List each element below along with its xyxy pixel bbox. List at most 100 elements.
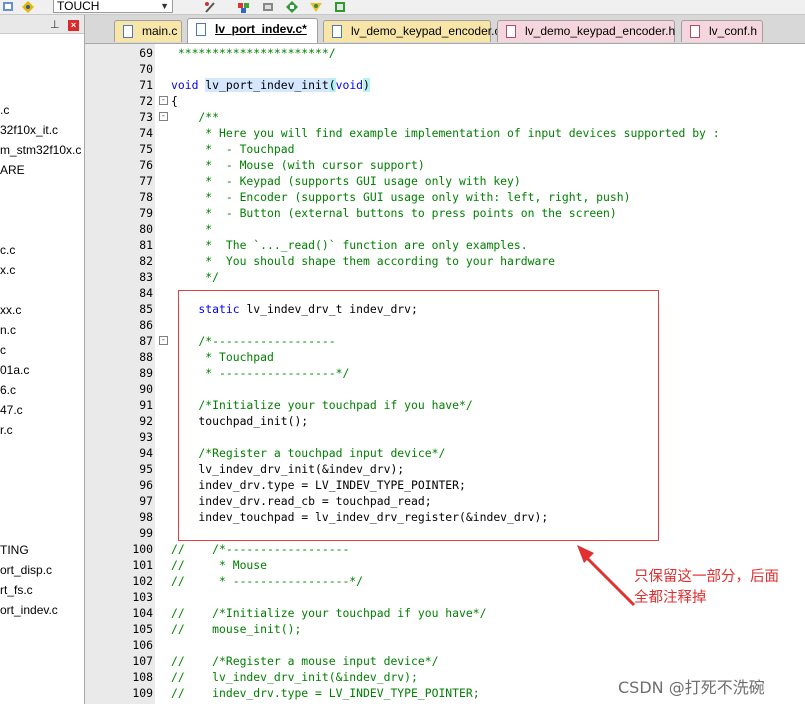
line-number: 100 xyxy=(132,542,153,556)
code-text: * - Keypad (supports GUI usage only with… xyxy=(171,173,521,189)
code-token: * - Encoder (supports GUI usage only wit… xyxy=(171,190,631,204)
tab-label: lv_demo_keypad_encoder.h xyxy=(525,24,676,38)
code-token: // mouse_init(); xyxy=(171,622,302,636)
line-number: 83 xyxy=(139,270,153,284)
project-tree-item[interactable]: ort_disp.c xyxy=(0,562,52,578)
code-token: * - Touchpad xyxy=(171,142,295,156)
tab-lv-conf-h[interactable]: lv_conf.h xyxy=(681,20,763,42)
code-text: { xyxy=(171,93,178,109)
code-token: * - Keypad (supports GUI usage only with… xyxy=(171,174,521,188)
code-text: /** xyxy=(171,109,219,125)
tab-label: lv_port_indev.c* xyxy=(215,22,307,36)
chevron-down-icon: ▼ xyxy=(160,1,169,11)
code-line: 80 * xyxy=(85,221,805,237)
project-tree-item[interactable]: .c xyxy=(0,102,9,118)
project-tree-item[interactable]: 47.c xyxy=(0,402,23,418)
project-tree-item[interactable]: x.c xyxy=(0,262,15,278)
line-number: 109 xyxy=(132,686,153,700)
tab-lv-demo-keypad-encoder-c[interactable]: lv_demo_keypad_encoder.c xyxy=(323,20,500,42)
code-text: // * Mouse xyxy=(171,557,267,573)
annotation-note: 只保留这一部分，后面 全都注释掉 xyxy=(634,567,804,609)
line-number: 101 xyxy=(132,558,153,572)
close-icon[interactable]: × xyxy=(68,20,79,31)
code-token: // indev_drv.type = LV_INDEV_TYPE_POINTE… xyxy=(171,686,480,700)
annotation-note-line2: 全都注释掉 xyxy=(634,590,707,606)
fold-toggle-icon[interactable]: - xyxy=(159,96,168,105)
line-number: 69 xyxy=(139,46,153,60)
code-token: * The `..._read()` function are only exa… xyxy=(171,238,528,252)
code-text: * - Mouse (with cursor support) xyxy=(171,157,425,173)
code-line: 105 // mouse_init(); xyxy=(85,621,805,637)
code-text: void lv_port_indev_init(void) xyxy=(171,77,370,93)
code-token: * - Mouse (with cursor support) xyxy=(171,158,425,172)
line-number: 107 xyxy=(132,654,153,668)
code-line: 70 xyxy=(85,61,805,77)
tab-lv-port-indev-c-[interactable]: lv_port_indev.c* xyxy=(187,18,318,43)
line-number: 75 xyxy=(139,142,153,156)
file-icon xyxy=(123,25,133,38)
options-icon[interactable] xyxy=(204,0,216,13)
line-number: 103 xyxy=(132,590,153,604)
target-select[interactable]: TOUCH ▼ xyxy=(53,0,173,13)
line-number: 71 xyxy=(139,78,153,92)
code-text: * Here you will find example implementat… xyxy=(171,125,719,141)
line-number: 96 xyxy=(139,478,153,492)
project-tree-item[interactable]: ort_indev.c xyxy=(0,602,58,618)
select-pack-icon[interactable] xyxy=(310,0,322,12)
line-number: 74 xyxy=(139,126,153,140)
project-tree-item[interactable]: xx.c xyxy=(0,302,21,318)
line-number: 77 xyxy=(139,174,153,188)
pack-installer-icon[interactable] xyxy=(286,0,298,13)
project-tree-item[interactable]: 32f10x_it.c xyxy=(0,122,58,138)
code-token: // * Mouse xyxy=(171,558,268,572)
code-line: 77 * - Keypad (supports GUI usage only w… xyxy=(85,173,805,189)
code-text: * xyxy=(171,221,212,237)
pack-update-icon[interactable] xyxy=(334,0,346,12)
line-number: 99 xyxy=(139,526,153,540)
project-tree-item[interactable]: TING xyxy=(0,542,29,558)
line-number: 70 xyxy=(139,62,153,76)
project-tree-item[interactable]: c.c xyxy=(0,242,15,258)
code-token: * - Button (external buttons to press po… xyxy=(171,206,617,220)
project-tree-item[interactable]: ARE xyxy=(0,162,25,178)
code-token: // lv_indev_drv_init(&indev_drv); xyxy=(171,670,418,684)
project-tree-item[interactable]: 6.c xyxy=(0,382,16,398)
line-number: 85 xyxy=(139,302,153,316)
project-tree-item[interactable]: 01a.c xyxy=(0,362,29,378)
code-text: * - Touchpad xyxy=(171,141,294,157)
file-icon xyxy=(690,25,700,38)
project-tree-item[interactable]: r.c xyxy=(0,422,13,438)
code-line: 75 * - Touchpad xyxy=(85,141,805,157)
file-extensions-icon[interactable] xyxy=(262,0,274,12)
line-number: 104 xyxy=(132,606,153,620)
line-number: 79 xyxy=(139,206,153,220)
fold-toggle-icon[interactable]: - xyxy=(159,112,168,121)
project-tree-item[interactable]: c xyxy=(0,342,6,358)
code-token: * xyxy=(171,222,213,236)
project-tree-item[interactable]: n.c xyxy=(0,322,16,338)
project-tree-item[interactable]: rt_fs.c xyxy=(0,582,33,598)
project-tree-item[interactable]: m_stm32f10x.c xyxy=(0,142,81,158)
code-token: // * -----------------*/ xyxy=(171,574,364,588)
line-number: 80 xyxy=(139,222,153,236)
debug-icon[interactable] xyxy=(22,0,34,13)
code-line: 82 * You should shape them according to … xyxy=(85,253,805,269)
line-number: 72 xyxy=(139,94,153,108)
build-icon[interactable] xyxy=(2,0,14,12)
line-number: 93 xyxy=(139,430,153,444)
manage-components-icon[interactable] xyxy=(238,0,250,13)
pin-icon[interactable]: ⊥ xyxy=(50,18,60,31)
file-icon xyxy=(332,25,342,38)
line-number: 88 xyxy=(139,350,153,364)
line-number: 92 xyxy=(139,414,153,428)
line-number: 105 xyxy=(132,622,153,636)
fold-toggle-icon[interactable]: - xyxy=(159,336,168,345)
code-line: 72-{ xyxy=(85,93,805,109)
code-text: // * -----------------*/ xyxy=(171,573,363,589)
file-icon xyxy=(196,23,206,36)
code-token: { xyxy=(171,94,178,108)
code-line: 100 // /*------------------ xyxy=(85,541,805,557)
tab-main-c[interactable]: main.c xyxy=(114,20,182,42)
tab-lv-demo-keypad-encoder-h[interactable]: lv_demo_keypad_encoder.h xyxy=(497,20,675,42)
code-token: /** xyxy=(171,110,220,124)
